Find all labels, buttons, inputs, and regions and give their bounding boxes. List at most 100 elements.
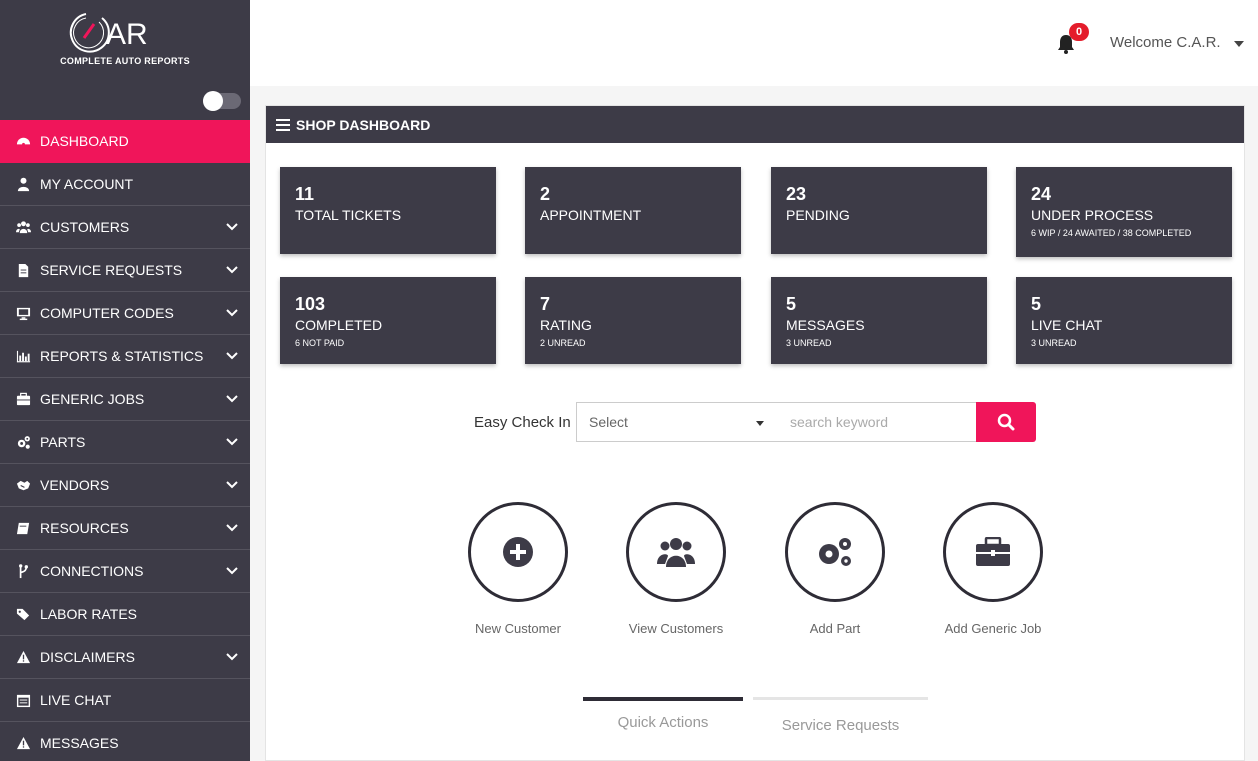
sidebar-item-label: LABOR RATES: [40, 606, 137, 622]
chevron-down-icon[interactable]: [226, 567, 238, 575]
monitor-icon: [16, 307, 31, 320]
sidebar-item-generic-jobs[interactable]: GENERIC JOBS: [0, 378, 250, 421]
quick-action-add-generic-job[interactable]: Add Generic Job: [923, 502, 1063, 636]
notification-badge: 0: [1069, 23, 1089, 41]
search-button[interactable]: [976, 402, 1036, 442]
quick-action-view-customers[interactable]: View Customers: [606, 502, 746, 636]
document-icon: [18, 263, 29, 277]
stat-card-appointment[interactable]: 2 APPOINTMENT: [525, 167, 741, 254]
sidebar-item-resources[interactable]: RESOURCES: [0, 507, 250, 550]
stat-card-pending[interactable]: 23 PENDING: [771, 167, 987, 254]
stat-card-total-tickets[interactable]: 11 TOTAL TICKETS: [280, 167, 496, 254]
bar-chart-icon: [16, 350, 31, 362]
sidebar-item-label: MY ACCOUNT: [40, 176, 134, 192]
tab-quick-actions[interactable]: Quick Actions: [583, 697, 743, 737]
sidebar-item-live-chat[interactable]: LIVE CHAT: [0, 679, 250, 722]
stat-card-completed[interactable]: 103 COMPLETED 6 NOT PAID: [280, 277, 496, 364]
fork-icon: [19, 563, 28, 578]
chevron-down-icon[interactable]: [226, 438, 238, 446]
plus-circle-icon[interactable]: [468, 502, 568, 602]
sidebar-item-messages[interactable]: MESSAGES: [0, 722, 250, 761]
chevron-down-icon[interactable]: [226, 266, 238, 274]
sidebar-item-my-account[interactable]: MY ACCOUNT: [0, 163, 250, 206]
stat-card-messages[interactable]: 5 MESSAGES 3 UNREAD: [771, 277, 987, 364]
chevron-down-icon[interactable]: [226, 352, 238, 360]
logo-subtitle: COMPLETE AUTO REPORTS: [60, 56, 190, 66]
select-caret-icon: [756, 421, 764, 426]
stat-card-label: MESSAGES: [786, 317, 865, 333]
checkin-label: Easy Check In: [474, 414, 571, 431]
sidebar-item-service-requests[interactable]: SERVICE REQUESTS: [0, 249, 250, 292]
sidebar-item-computer-codes[interactable]: COMPUTER CODES: [0, 292, 250, 335]
gears-icon: [17, 435, 30, 449]
sidebar-item-connections[interactable]: CONNECTIONS: [0, 550, 250, 593]
stat-card-value: 11: [295, 184, 315, 204]
briefcase-icon[interactable]: [943, 502, 1043, 602]
sidebar-item-label: RESOURCES: [40, 520, 129, 536]
sidebar-item-reports-and-statistics[interactable]: REPORTS & STATISTICS: [0, 335, 250, 378]
sidebar-item-label: CUSTOMERS: [40, 219, 130, 235]
stat-card-live-chat[interactable]: 5 LIVE CHAT 3 UNREAD: [1016, 277, 1232, 364]
sidebar-item-label: GENERIC JOBS: [40, 391, 145, 407]
stat-card-label: APPOINTMENT: [540, 207, 642, 223]
stat-card-value: 5: [786, 294, 797, 314]
dashboard-icon: [16, 137, 31, 146]
chevron-down-icon[interactable]: [226, 223, 238, 231]
stat-card-value: 7: [540, 294, 551, 314]
users-icon[interactable]: [626, 502, 726, 602]
stat-card-value: 103: [295, 294, 326, 314]
logo[interactable]: AR COMPLETE AUTO REPORTS: [0, 0, 250, 120]
sidebar-item-parts[interactable]: PARTS: [0, 421, 250, 464]
sidebar-item-label: LIVE CHAT: [40, 692, 112, 708]
stat-card-label: PENDING: [786, 207, 850, 223]
chevron-down-icon[interactable]: [226, 524, 238, 532]
toggle-knob: [203, 91, 223, 111]
sidebar-toggle[interactable]: [203, 91, 241, 111]
stat-card-label: RATING: [540, 317, 592, 333]
search-icon: [997, 413, 1015, 431]
tags-icon: [16, 608, 30, 620]
user-icon: [17, 177, 30, 191]
stat-card-subtext: 6 WIP / 24 AWAITED / 38 COMPLETED: [1031, 228, 1192, 238]
quick-action-label[interactable]: Add Part: [765, 621, 905, 636]
chevron-down-icon[interactable]: [226, 481, 238, 489]
checkin-select[interactable]: Select: [576, 402, 777, 442]
chevron-down-icon[interactable]: [226, 309, 238, 317]
briefcase-icon: [16, 392, 31, 405]
stat-card-value: 23: [786, 184, 807, 204]
checkin-select-value: Select: [589, 414, 628, 430]
stat-card-under-process[interactable]: 24 UNDER PROCESS 6 WIP / 24 AWAITED / 38 C…: [1016, 167, 1232, 257]
chevron-down-icon[interactable]: [226, 395, 238, 403]
sidebar-item-vendors[interactable]: VENDORS: [0, 464, 250, 507]
stat-card-subtext: 3 UNREAD: [786, 338, 832, 348]
quick-action-label[interactable]: View Customers: [606, 621, 746, 636]
quick-action-new-customer[interactable]: New Customer: [448, 502, 588, 636]
chevron-down-icon[interactable]: [226, 653, 238, 661]
sidebar-item-disclaimers[interactable]: DISCLAIMERS: [0, 636, 250, 679]
sidebar-item-label: DISCLAIMERS: [40, 649, 135, 665]
sidebar-item-dashboard[interactable]: DASHBOARD: [0, 120, 250, 163]
sidebar-item-label: CONNECTIONS: [40, 563, 144, 579]
calendar-icon: [16, 694, 31, 707]
sidebar: AR COMPLETE AUTO REPORTS DASHBOARD MY ACC…: [0, 0, 250, 761]
sidebar-item-labor-rates[interactable]: LABOR RATES: [0, 593, 250, 636]
welcome-user-menu[interactable]: Welcome C.A.R.: [1110, 34, 1221, 51]
quick-action-add-part[interactable]: Add Part: [765, 502, 905, 636]
quick-action-label[interactable]: New Customer: [448, 621, 588, 636]
sidebar-item-label: VENDORS: [40, 477, 110, 493]
warning-icon: [16, 650, 31, 663]
sidebar-item-label: PARTS: [40, 434, 86, 450]
sidebar-item-customers[interactable]: CUSTOMERS: [0, 206, 250, 249]
speedometer-logo-icon: AR: [69, 13, 148, 53]
quick-action-label[interactable]: Add Generic Job: [923, 621, 1063, 636]
tab-service-requests[interactable]: Service Requests: [753, 697, 928, 737]
stat-card-label: LIVE CHAT: [1031, 317, 1103, 333]
stat-card-rating[interactable]: 7 RATING 2 UNREAD: [525, 277, 741, 364]
stat-card-subtext: 3 UNREAD: [1031, 338, 1077, 348]
logo-text: AR: [106, 18, 148, 51]
user-menu-caret-icon[interactable]: [1234, 41, 1244, 47]
book-icon: [16, 522, 30, 534]
sidebar-item-label: COMPUTER CODES: [40, 305, 174, 321]
gears-icon[interactable]: [785, 502, 885, 602]
search-input[interactable]: [776, 402, 977, 442]
